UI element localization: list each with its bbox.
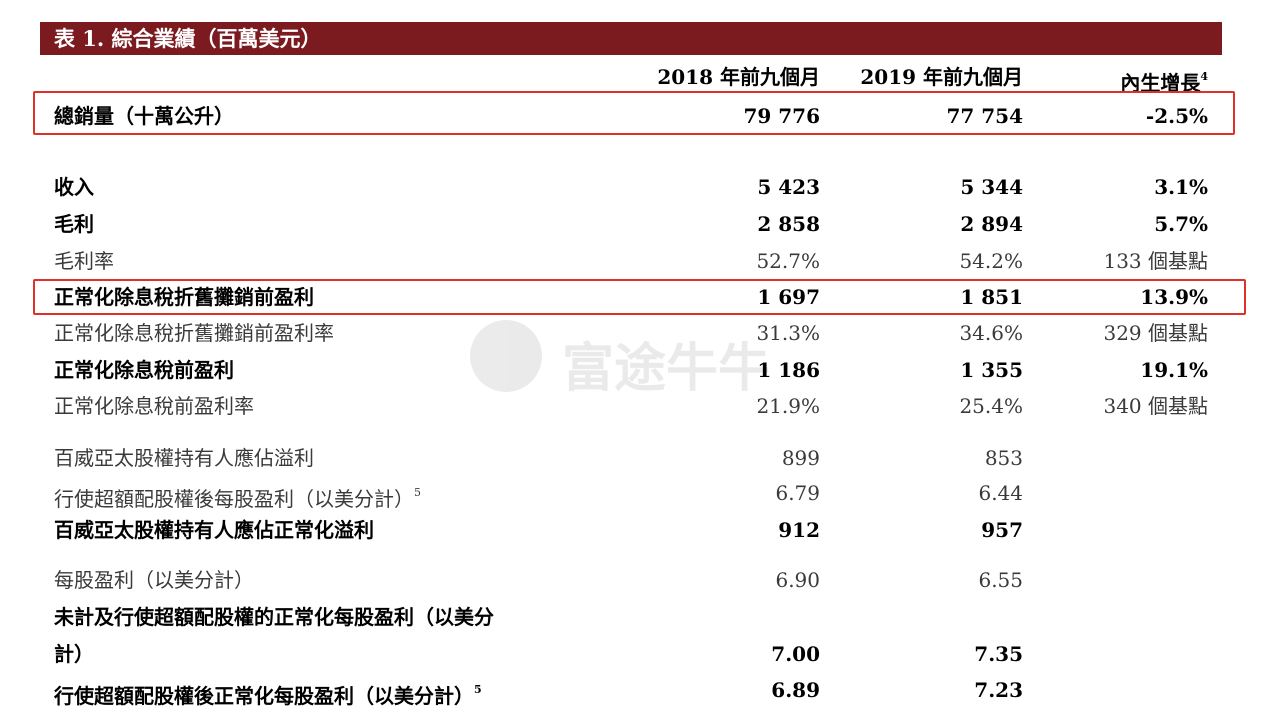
value-2018: 52.7% — [756, 249, 820, 273]
value-2019: 7.23 — [974, 678, 1023, 702]
value-2018: 21.9% — [756, 394, 820, 418]
table-row-eps-after-overallotment: 行使超額配股權後每股盈利（以美分計）5 6.79 6.44 — [0, 476, 1266, 511]
table-row-normalized-eps-before-line1: 未計及行使超額配股權的正常化每股盈利（以美分 — [0, 600, 1266, 634]
value-2019: 2 894 — [960, 212, 1023, 236]
row-label: 計） — [54, 642, 94, 666]
row-label: 正常化除息稅折舊攤銷前盈利率 — [54, 321, 334, 345]
value-2018: 899 — [781, 446, 820, 470]
column-header-2019: 2019 年前九個月 — [860, 65, 1023, 89]
row-label: 毛利 — [54, 212, 94, 236]
value-2019: 6.44 — [978, 481, 1023, 505]
table-row-normalized-eps-before-line2: 計） 7.00 7.35 — [0, 637, 1266, 671]
value-2018: 6.79 — [775, 481, 820, 505]
row-label: 百威亞太股權持有人應佔溢利 — [54, 446, 314, 470]
value-2018: 912 — [778, 518, 820, 542]
row-label: 正常化除息稅前盈利 — [54, 358, 234, 382]
row-label: 行使超額配股權後每股盈利（以美分計）5 — [54, 476, 421, 516]
value-growth: 133 個基點 — [1103, 249, 1208, 273]
footnote-marker: 5 — [414, 486, 421, 499]
value-2019: 5 344 — [960, 175, 1023, 199]
column-header-2018: 2018 年前九個月 — [657, 65, 820, 89]
table-row-eps: 每股盈利（以美分計） 6.90 6.55 — [0, 563, 1266, 597]
table-row-normalized-eps-after: 行使超額配股權後正常化每股盈利（以美分計）5 6.89 7.23 — [0, 673, 1266, 708]
footnote-marker: 4 — [1200, 70, 1208, 83]
table-row-normalized-ebit: 正常化除息稅前盈利 1 186 1 355 19.1% — [0, 353, 1266, 387]
row-label: 毛利率 — [54, 249, 114, 273]
row-label: 行使超額配股權後正常化每股盈利（以美分計）5 — [54, 673, 482, 713]
highlight-box-ebitda — [33, 279, 1246, 315]
table-row-gross-margin: 毛利率 52.7% 54.2% 133 個基點 — [0, 244, 1266, 278]
value-2018: 6.90 — [775, 568, 820, 592]
value-2019: 7.35 — [974, 642, 1023, 666]
table-row-ebit-margin: 正常化除息稅前盈利率 21.9% 25.4% 340 個基點 — [0, 389, 1266, 423]
value-2019: 34.6% — [959, 321, 1023, 345]
table-row-gross-profit: 毛利 2 858 2 894 5.7% — [0, 207, 1266, 241]
table-row-revenue: 收入 5 423 5 344 3.1% — [0, 170, 1266, 204]
table-row-normalized-profit-attributable: 百威亞太股權持有人應佔正常化溢利 912 957 — [0, 513, 1266, 547]
highlight-box-total-volume — [33, 91, 1235, 135]
row-label-text: 行使超額配股權後每股盈利（以美分計） — [54, 487, 414, 511]
row-label: 正常化除息稅前盈利率 — [54, 394, 254, 418]
row-label: 百威亞太股權持有人應佔正常化溢利 — [54, 518, 374, 542]
value-2018: 31.3% — [756, 321, 820, 345]
value-growth: 340 個基點 — [1103, 394, 1208, 418]
value-growth: 3.1% — [1154, 175, 1208, 199]
table-title: 表 1. 綜合業績（百萬美元） — [40, 22, 1222, 55]
row-label: 未計及行使超額配股權的正常化每股盈利（以美分 — [54, 605, 494, 629]
row-label-text: 行使超額配股權後正常化每股盈利（以美分計） — [54, 684, 474, 708]
value-2018: 2 858 — [757, 212, 820, 236]
value-growth: 5.7% — [1154, 212, 1208, 236]
value-growth: 19.1% — [1140, 358, 1208, 382]
value-2019: 6.55 — [978, 568, 1023, 592]
table-row-profit-attributable: 百威亞太股權持有人應佔溢利 899 853 — [0, 441, 1266, 475]
value-2018: 6.89 — [771, 678, 820, 702]
value-growth: 329 個基點 — [1103, 321, 1208, 345]
value-2019: 54.2% — [959, 249, 1023, 273]
footnote-marker: 5 — [474, 683, 482, 696]
value-2019: 853 — [984, 446, 1023, 470]
row-label: 收入 — [54, 175, 94, 199]
value-2019: 25.4% — [959, 394, 1023, 418]
value-2018: 1 186 — [757, 358, 820, 382]
value-2018: 7.00 — [771, 642, 820, 666]
value-2018: 5 423 — [757, 175, 820, 199]
value-2019: 1 355 — [960, 358, 1023, 382]
row-label: 每股盈利（以美分計） — [54, 568, 254, 592]
value-2019: 957 — [981, 518, 1023, 542]
table-row-ebitda-margin: 正常化除息稅折舊攤銷前盈利率 31.3% 34.6% 329 個基點 — [0, 316, 1266, 350]
